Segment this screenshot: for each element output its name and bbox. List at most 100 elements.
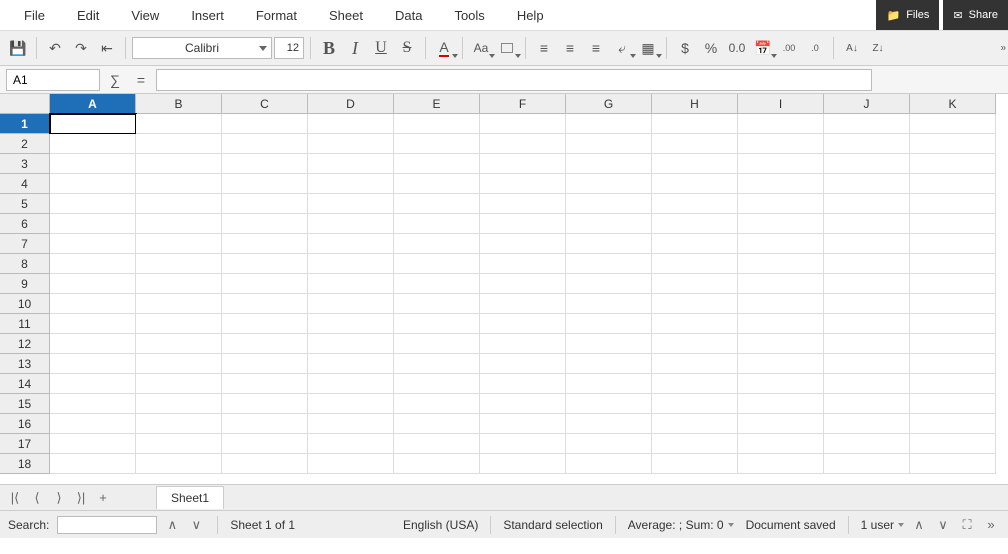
cell-H6[interactable] [652,214,738,234]
cell-D16[interactable] [308,414,394,434]
cell-I8[interactable] [738,254,824,274]
cell-I16[interactable] [738,414,824,434]
cell-D5[interactable] [308,194,394,214]
column-header-A[interactable]: A [50,94,136,114]
menu-insert[interactable]: Insert [175,2,240,29]
cell-K2[interactable] [910,134,996,154]
cell-E4[interactable] [394,174,480,194]
cell-K8[interactable] [910,254,996,274]
cell-K9[interactable] [910,274,996,294]
cell-B14[interactable] [136,374,222,394]
number-format-button[interactable]: 0.0 [725,36,749,60]
sum-icon[interactable]: ∑ [104,69,126,91]
cell-F2[interactable] [480,134,566,154]
cell-E8[interactable] [394,254,480,274]
case-button[interactable]: Aa [469,36,493,60]
cell-F8[interactable] [480,254,566,274]
cell-D14[interactable] [308,374,394,394]
cell-G14[interactable] [566,374,652,394]
cell-D4[interactable] [308,174,394,194]
cell-H5[interactable] [652,194,738,214]
cell-F12[interactable] [480,334,566,354]
cell-F16[interactable] [480,414,566,434]
cell-K1[interactable] [910,114,996,134]
cell-J17[interactable] [824,434,910,454]
cell-H16[interactable] [652,414,738,434]
next-sheet-button[interactable]: ⟩ [50,489,68,507]
formula-input[interactable] [156,69,872,91]
cell-A14[interactable] [50,374,136,394]
equals-icon[interactable]: = [130,69,152,91]
menu-format[interactable]: Format [240,2,313,29]
cell-E15[interactable] [394,394,480,414]
cell-F15[interactable] [480,394,566,414]
cell-C5[interactable] [222,194,308,214]
date-format-button[interactable]: 📅 [751,36,775,60]
cell-F10[interactable] [480,294,566,314]
cell-B18[interactable] [136,454,222,474]
cell-D7[interactable] [308,234,394,254]
cell-J9[interactable] [824,274,910,294]
cell-B7[interactable] [136,234,222,254]
cell-K4[interactable] [910,174,996,194]
cell-C2[interactable] [222,134,308,154]
cell-H2[interactable] [652,134,738,154]
cell-J5[interactable] [824,194,910,214]
cell-G4[interactable] [566,174,652,194]
font-name-select[interactable]: Calibri [132,37,272,59]
cell-G13[interactable] [566,354,652,374]
cell-J11[interactable] [824,314,910,334]
align-left-button[interactable]: ≡ [532,36,556,60]
cell-E5[interactable] [394,194,480,214]
cell-A1[interactable] [50,114,136,134]
cell-H11[interactable] [652,314,738,334]
cell-H9[interactable] [652,274,738,294]
cell-C10[interactable] [222,294,308,314]
menu-edit[interactable]: Edit [61,2,115,29]
cell-A4[interactable] [50,174,136,194]
cell-K6[interactable] [910,214,996,234]
cell-E1[interactable] [394,114,480,134]
row-header-12[interactable]: 12 [0,334,50,354]
cell-F1[interactable] [480,114,566,134]
cell-K3[interactable] [910,154,996,174]
cell-D1[interactable] [308,114,394,134]
cell-J16[interactable] [824,414,910,434]
cell-A17[interactable] [50,434,136,454]
cell-C17[interactable] [222,434,308,454]
row-header-7[interactable]: 7 [0,234,50,254]
menu-sheet[interactable]: Sheet [313,2,379,29]
cell-K18[interactable] [910,454,996,474]
status-expand-icon[interactable]: » [982,516,1000,534]
cell-G10[interactable] [566,294,652,314]
decrease-decimal-button[interactable]: .0 [803,36,827,60]
row-header-14[interactable]: 14 [0,374,50,394]
font-size-select[interactable]: 12 [274,37,304,59]
cell-B9[interactable] [136,274,222,294]
user-count[interactable]: 1 user [861,518,904,532]
row-header-2[interactable]: 2 [0,134,50,154]
cell-J13[interactable] [824,354,910,374]
cell-E17[interactable] [394,434,480,454]
align-center-button[interactable]: ≡ [558,36,582,60]
cell-C18[interactable] [222,454,308,474]
cell-B15[interactable] [136,394,222,414]
cell-H17[interactable] [652,434,738,454]
toolbar-expand-icon[interactable]: » [1000,43,1006,54]
cell-D17[interactable] [308,434,394,454]
column-header-E[interactable]: E [394,94,480,114]
cell-J8[interactable] [824,254,910,274]
cell-D2[interactable] [308,134,394,154]
outdent-icon[interactable]: ⇤ [95,36,119,60]
cell-J4[interactable] [824,174,910,194]
cell-I15[interactable] [738,394,824,414]
wrap-text-button[interactable]: ⤶ [610,36,634,60]
underline-button[interactable]: U [369,36,393,60]
select-all-corner[interactable] [0,94,50,114]
menu-tools[interactable]: Tools [438,2,500,29]
column-header-I[interactable]: I [738,94,824,114]
cell-E18[interactable] [394,454,480,474]
menu-view[interactable]: View [115,2,175,29]
cell-E16[interactable] [394,414,480,434]
cell-K11[interactable] [910,314,996,334]
